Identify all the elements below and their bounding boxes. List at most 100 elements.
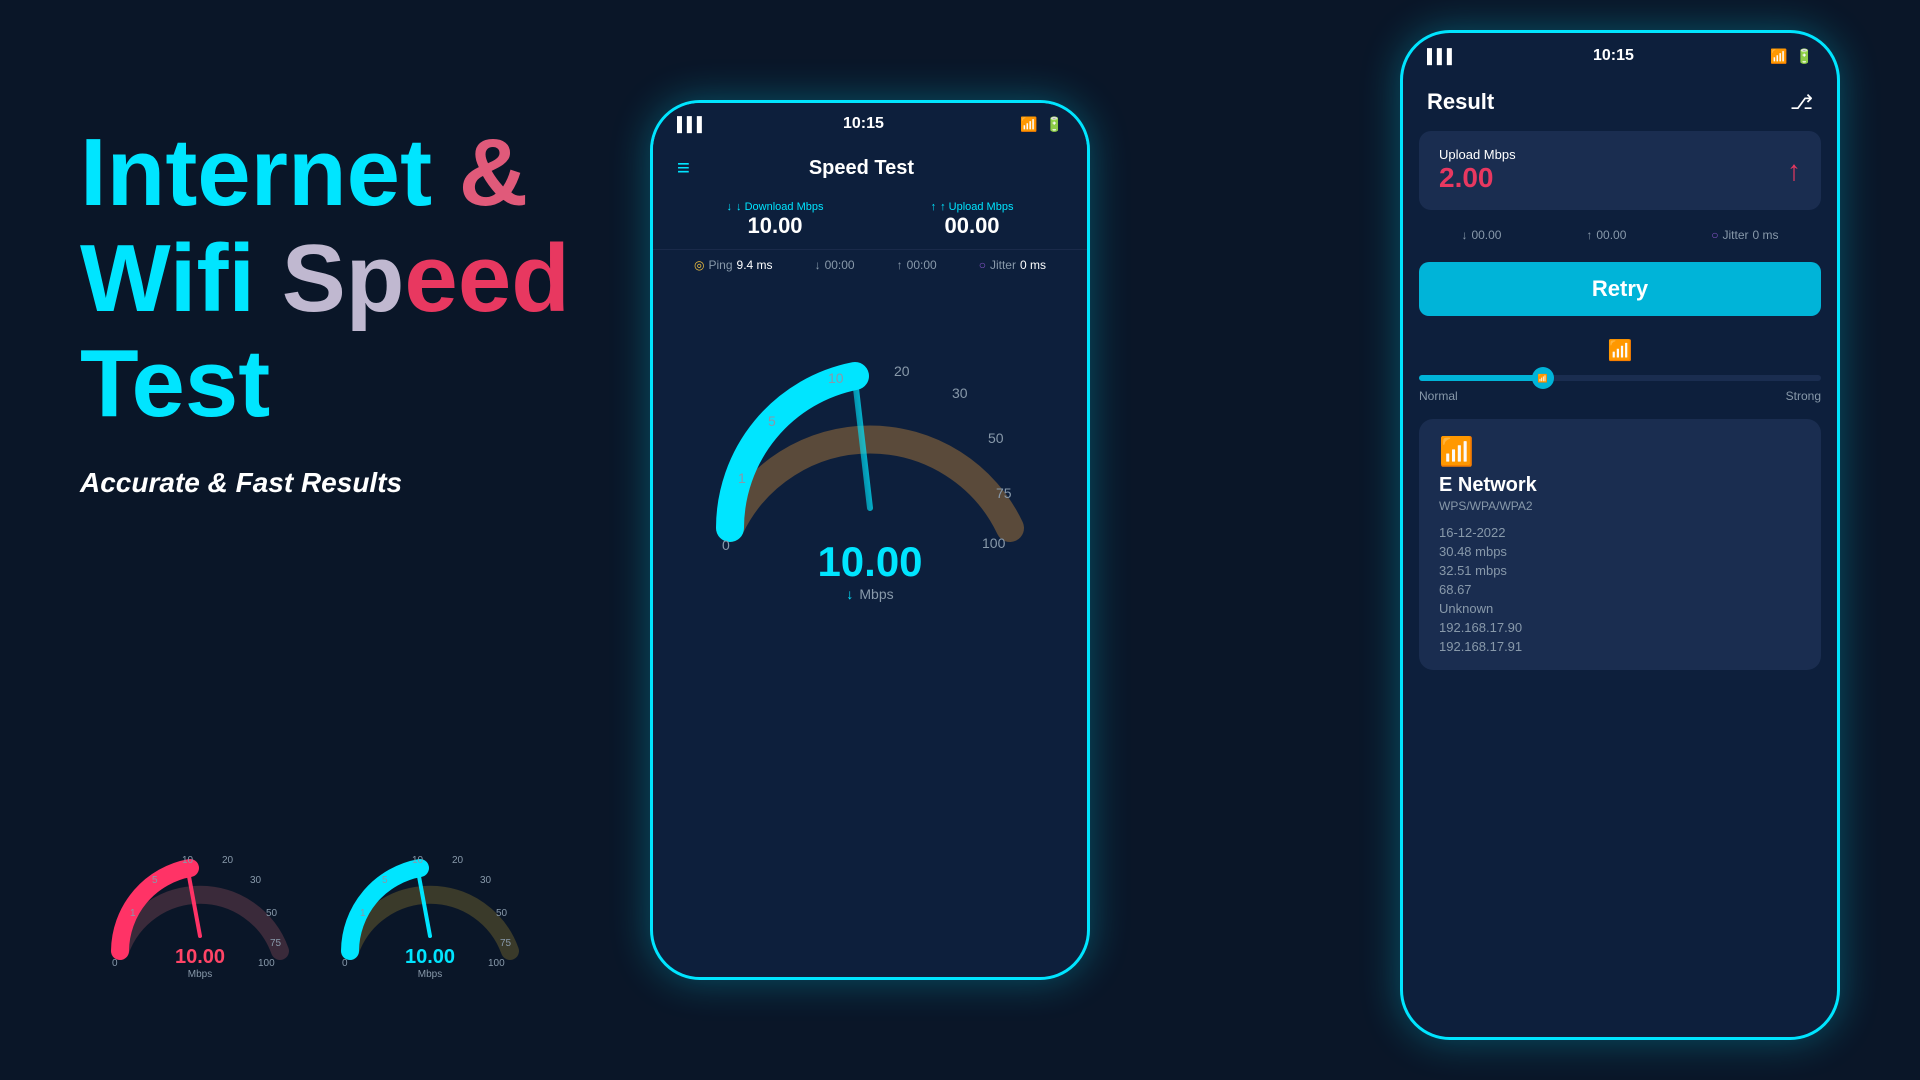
svg-text:5: 5	[768, 413, 776, 429]
title-test: Test	[80, 331, 660, 437]
download-stat: ↓ ↓ Download Mbps 10.00	[727, 201, 824, 239]
ul-mini-stat-value: 00.00	[1596, 228, 1626, 242]
phone-result: ▌▌▌ 10:15 📶 🔋 Result ⎇ Upload Mbps 2.00 …	[1400, 30, 1840, 1040]
svg-text:0: 0	[722, 537, 730, 553]
upload-icon: ↑	[931, 201, 937, 213]
svg-text:30: 30	[952, 385, 968, 401]
result-signal: ▌▌▌	[1427, 48, 1457, 64]
main-signal: ▌▌▌	[677, 116, 707, 132]
slider-thumb: 📶	[1532, 367, 1554, 389]
upload-card: Upload Mbps 2.00 ↑	[1419, 131, 1821, 210]
result-wifi-icon: 📶	[1770, 48, 1787, 65]
main-status-icons: 📶 🔋	[1020, 116, 1063, 133]
slider-track[interactable]: 📶	[1419, 375, 1821, 381]
result-status-bar: ▌▌▌ 10:15 📶 🔋	[1403, 33, 1837, 79]
main-header: ≡ Speed Test	[653, 145, 1087, 191]
svg-text:20: 20	[894, 363, 910, 379]
main-title: Speed Test	[809, 157, 914, 180]
signal-normal-label: Normal	[1419, 389, 1458, 403]
upload-label: ↑ ↑ Upload Mbps	[931, 201, 1014, 213]
download-icon: ↓	[727, 201, 733, 213]
ul-mini-icon: ↑	[897, 258, 903, 272]
upload-card-value: 2.00	[1439, 162, 1516, 194]
svg-text:1: 1	[738, 470, 746, 486]
svg-text:50: 50	[266, 908, 278, 919]
jitter-item: ○ Jitter 0 ms	[979, 258, 1046, 272]
network-wifi-icon: 📶	[1439, 435, 1801, 468]
jitter-mini-label: Jitter	[1723, 228, 1749, 242]
svg-text:1: 1	[130, 908, 136, 919]
jitter-mini-stat: ○ Jitter 0 ms	[1711, 228, 1778, 242]
dl-mini-stat-value: 00.00	[1471, 228, 1501, 242]
share-icon[interactable]: ⎇	[1790, 90, 1813, 115]
svg-text:75: 75	[500, 938, 512, 949]
upload-arrow-icon: ↑	[1787, 155, 1801, 187]
jitter-value: 0 ms	[1020, 258, 1046, 272]
svg-text:10: 10	[412, 855, 424, 866]
svg-text:75: 75	[996, 485, 1012, 501]
dl-mini-stat-icon: ↓	[1461, 228, 1467, 242]
slider-fill	[1419, 375, 1540, 381]
svg-text:1: 1	[360, 908, 366, 919]
jitter-label: Jitter	[990, 258, 1016, 272]
network-ul-speed: 32.51 mbps	[1439, 563, 1801, 578]
network-card: 📶 E Network WPS/WPA/WPA2 16-12-2022 30.4…	[1419, 419, 1821, 670]
dl-mini-item: ↓ 00:00	[815, 258, 855, 272]
speed-reading: 10.00 ↓ Mbps	[817, 538, 922, 602]
network-type: WPS/WPA/WPA2	[1439, 499, 1801, 513]
network-ip2: 192.168.17.91	[1439, 639, 1801, 654]
battery-icon: 🔋	[1046, 116, 1063, 133]
svg-text:10: 10	[828, 370, 844, 386]
network-name: E Network	[1439, 474, 1801, 497]
network-date: 16-12-2022	[1439, 525, 1801, 540]
signal-strong-label: Strong	[1786, 389, 1821, 403]
slider-labels: Normal Strong	[1419, 389, 1821, 403]
result-header: Result ⎇	[1403, 79, 1837, 131]
network-dl-speed: 30.48 mbps	[1439, 544, 1801, 559]
svg-text:5: 5	[152, 875, 158, 886]
svg-text:0: 0	[112, 958, 118, 969]
menu-icon[interactable]: ≡	[677, 155, 690, 181]
svg-text:50: 50	[988, 430, 1004, 446]
svg-text:10: 10	[182, 855, 194, 866]
dl-mini-stat: ↓ 00.00	[1461, 228, 1501, 242]
retry-button[interactable]: Retry	[1419, 262, 1821, 316]
network-val1: 68.67	[1439, 582, 1801, 597]
jitter-mini-icon: ○	[1711, 228, 1718, 242]
jitter-icon: ○	[979, 258, 986, 272]
ping-bar: ◎ Ping 9.4 ms ↓ 00:00 ↑ 00:00 ○ Jitter 0…	[653, 250, 1087, 280]
ul-mini-stat-icon: ↑	[1586, 228, 1592, 242]
mini-stats-bar: ↓ 00.00 ↑ 00.00 ○ Jitter 0 ms	[1403, 220, 1837, 250]
jitter-mini-value: 0 ms	[1753, 228, 1779, 242]
speed-stats: ↓ ↓ Download Mbps 10.00 ↑ ↑ Upload Mbps …	[653, 191, 1087, 250]
ul-mini-value: 00:00	[907, 258, 937, 272]
download-value: 10.00	[727, 213, 824, 239]
network-ip1: 192.168.17.90	[1439, 620, 1801, 635]
network-info-list: 16-12-2022 30.48 mbps 32.51 mbps 68.67 U…	[1439, 525, 1801, 654]
ping-label: Ping	[709, 258, 733, 272]
svg-text:30: 30	[480, 875, 492, 886]
svg-text:0: 0	[342, 958, 348, 969]
upload-info: Upload Mbps 2.00	[1439, 147, 1516, 194]
upload-stat: ↑ ↑ Upload Mbps 00.00	[931, 201, 1014, 239]
upload-card-label: Upload Mbps	[1439, 147, 1516, 162]
signal-wifi-icon: 📶	[1608, 340, 1633, 362]
result-title: Result	[1427, 89, 1494, 115]
main-status-bar: ▌▌▌ 10:15 📶 🔋	[653, 103, 1087, 145]
hero-title: Internet & Wifi Speed Test	[80, 120, 660, 437]
title-amp: &	[459, 119, 528, 226]
svg-text:30: 30	[250, 875, 262, 886]
phone-main: ▌▌▌ 10:15 📶 🔋 ≡ Speed Test ↓ ↓ Download …	[650, 100, 1090, 980]
result-time: 10:15	[1593, 47, 1634, 65]
download-label: ↓ ↓ Download Mbps	[727, 201, 824, 213]
hero-section: Internet & Wifi Speed Test Accurate & Fa…	[80, 120, 660, 499]
ul-mini-item: ↑ 00:00	[897, 258, 937, 272]
small-gauge-2-value: 10.00	[405, 946, 455, 968]
title-internet: Internet	[80, 119, 459, 226]
ping-item: ◎ Ping 9.4 ms	[694, 258, 773, 272]
speed-number: 10.00	[817, 538, 922, 585]
gauge-area: 0 1 5 10 20 30 50 75 100 10.00 ↓ Mbps	[653, 280, 1087, 620]
signal-slider: 📶 📶 Normal Strong	[1403, 328, 1837, 409]
ul-mini-stat: ↑ 00.00	[1586, 228, 1626, 242]
ping-value: 9.4 ms	[737, 258, 773, 272]
